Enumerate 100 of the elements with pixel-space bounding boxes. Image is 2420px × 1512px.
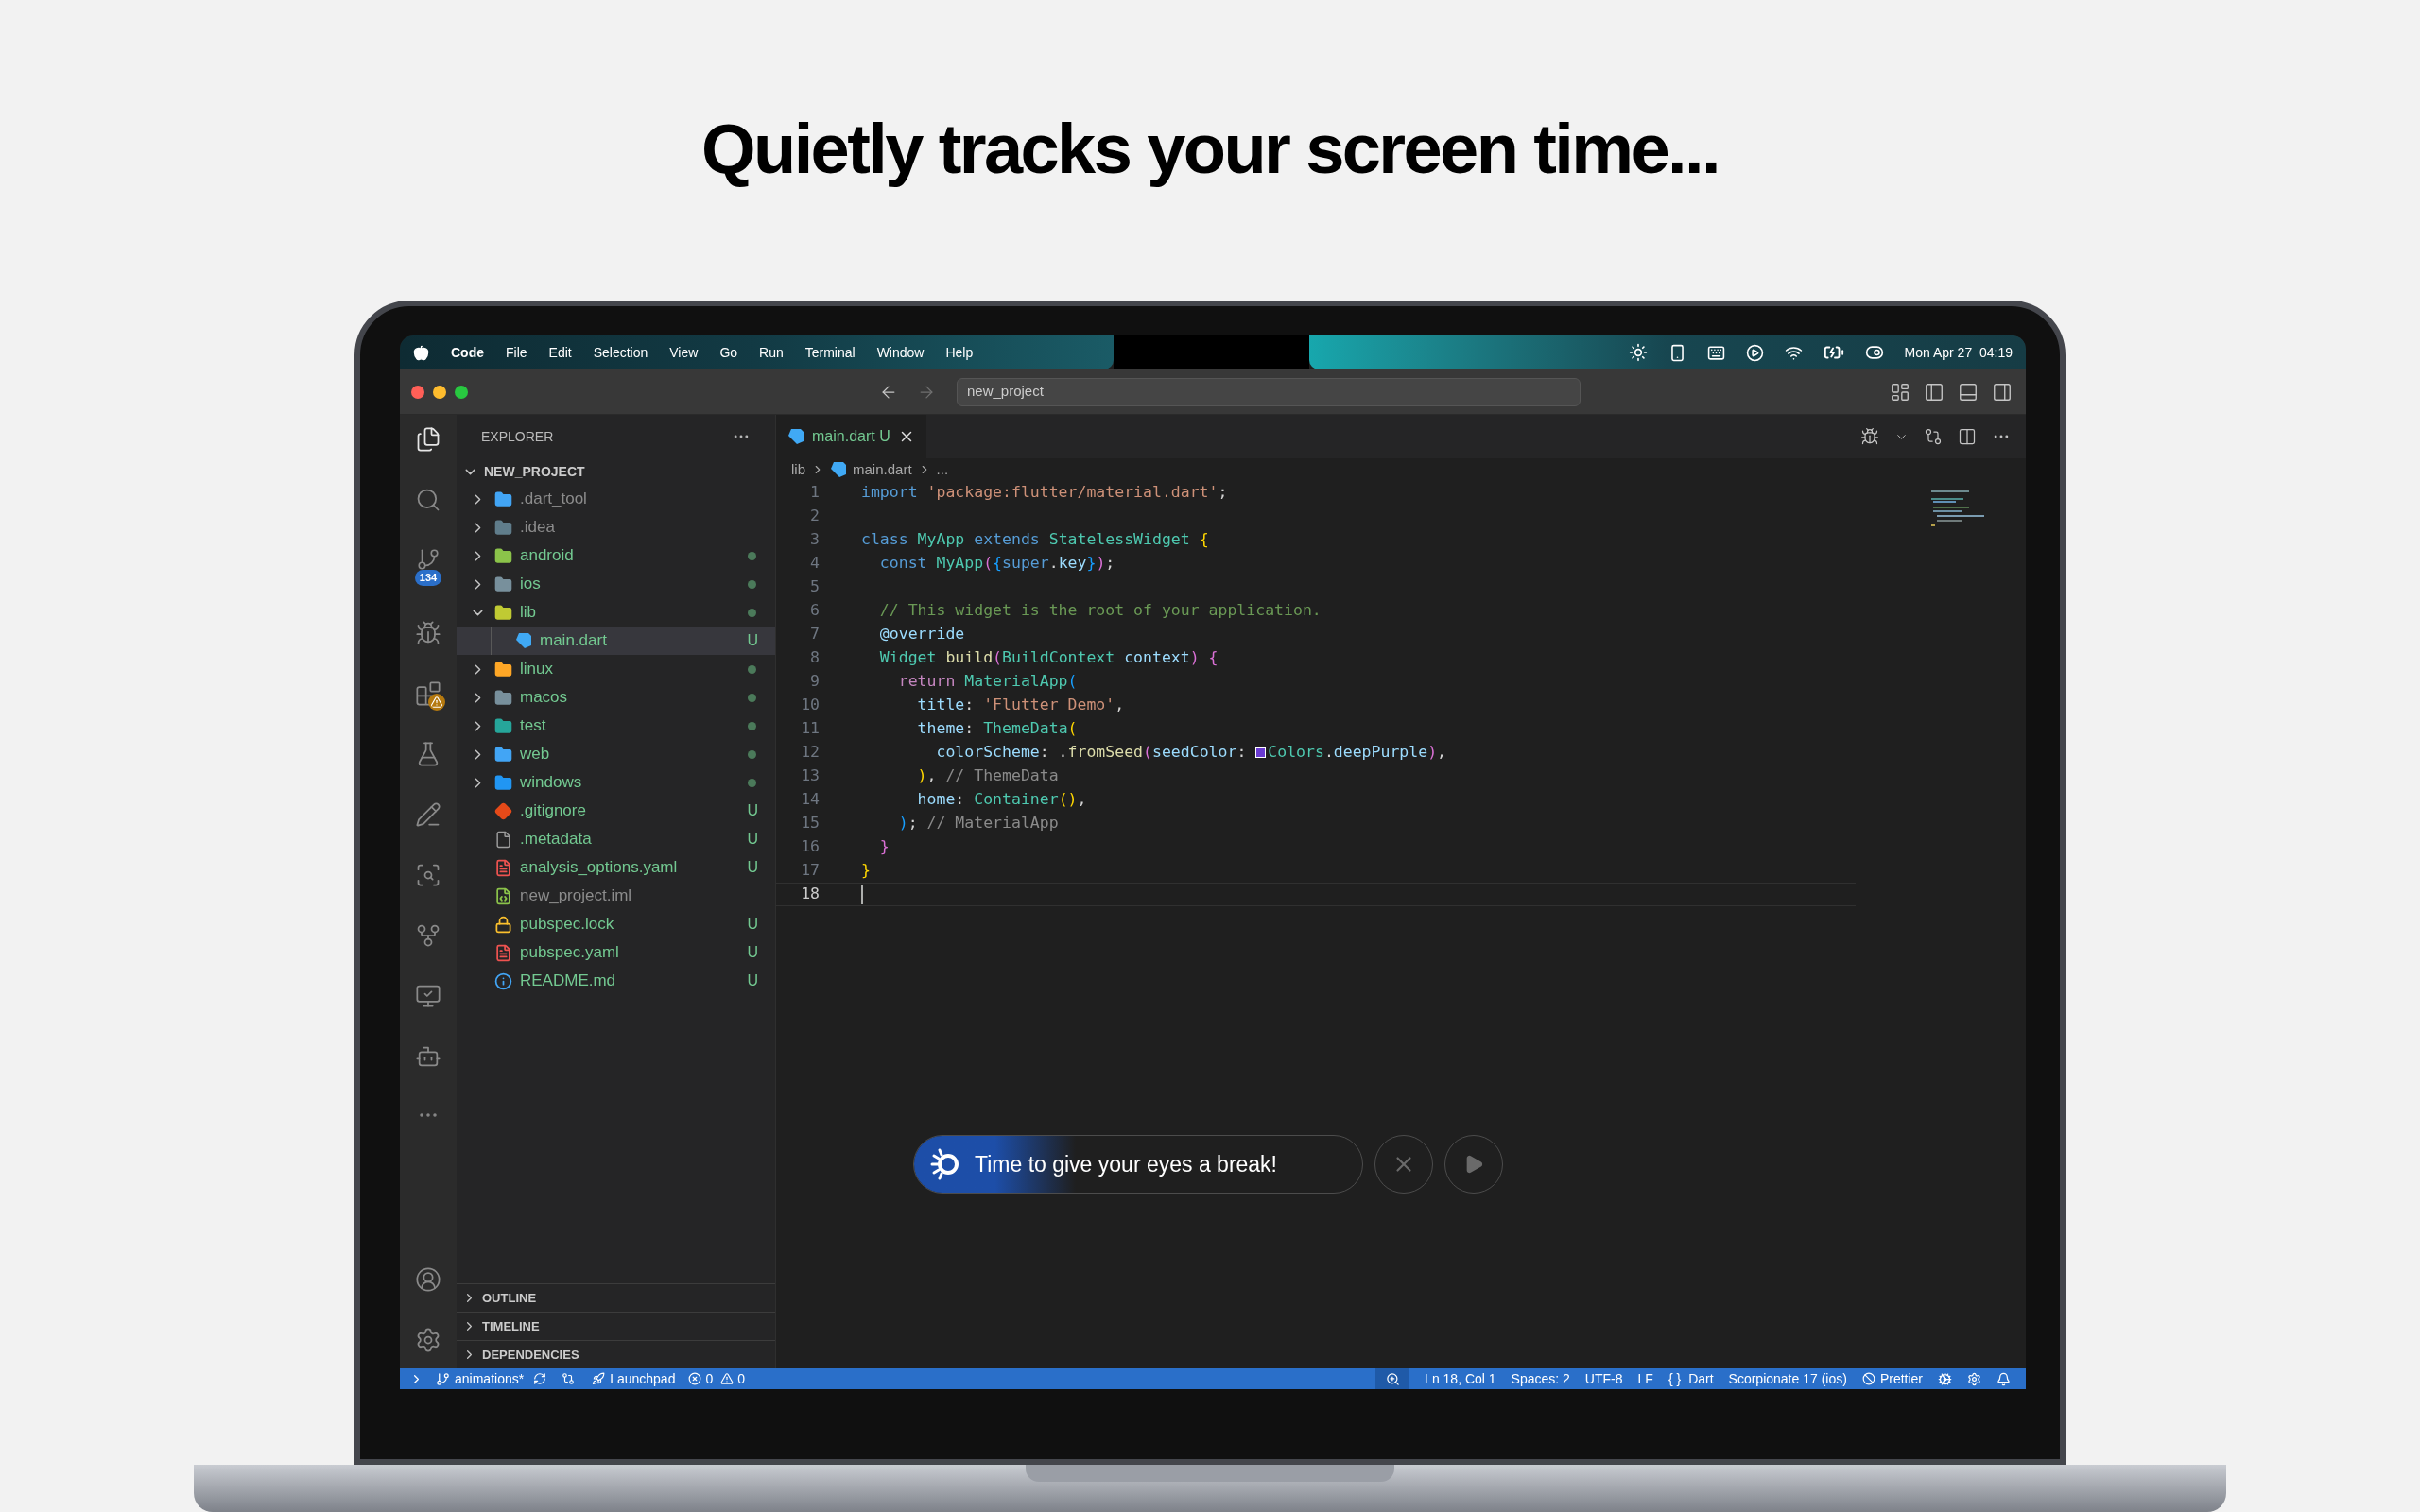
code-line: return MaterialApp(: [897, 671, 1078, 693]
braces-symbol: { }: [1668, 1369, 1682, 1388]
play-icon[interactable]: [1745, 343, 1764, 362]
zoom-item[interactable]: [1375, 1368, 1410, 1389]
settings-icon[interactable]: [415, 1327, 441, 1353]
breadcrumb-item[interactable]: main.dart: [853, 458, 912, 481]
error-count[interactable]: 0: [705, 1368, 714, 1389]
file-name: .idea: [520, 517, 556, 539]
section-header[interactable]: TIMELINE: [482, 1316, 540, 1336]
menu-item[interactable]: Selection: [593, 342, 648, 363]
launchpad-item[interactable]: Launchpad: [610, 1368, 676, 1389]
zoom-window-button[interactable]: [455, 385, 468, 399]
file-name: analysis_options.yaml: [520, 857, 679, 879]
file-tree-item[interactable]: test: [457, 712, 775, 740]
code-line: // This widget is the root of your application.: [878, 600, 1322, 622]
file-tree-item[interactable]: macos: [457, 683, 775, 712]
bell-icon[interactable]: [1996, 1371, 2011, 1386]
compare-icon[interactable]: [562, 1372, 576, 1385]
breadcrumb-item[interactable]: lib: [791, 458, 805, 481]
project-title[interactable]: NEW_PROJECT: [484, 461, 585, 482]
panel-left-icon[interactable]: [1924, 381, 1945, 403]
menu-item[interactable]: Edit: [548, 342, 572, 363]
apple-icon[interactable]: [413, 344, 429, 361]
menu-item[interactable]: Window: [876, 342, 925, 363]
lock-icon: [494, 915, 512, 934]
layout-icon[interactable]: [1890, 381, 1910, 403]
command-search-field[interactable]: new_project: [957, 377, 1581, 406]
compare-icon[interactable]: [1924, 427, 1943, 446]
menu-item[interactable]: Go: [719, 342, 738, 363]
formatter-item[interactable]: Prettier: [1879, 1368, 1923, 1389]
search-icon[interactable]: [415, 487, 441, 513]
sync-icon[interactable]: [533, 1372, 547, 1385]
line-ending[interactable]: LF: [1637, 1368, 1653, 1389]
menu-item[interactable]: Code: [451, 342, 484, 363]
gear-icon[interactable]: [1938, 1371, 1952, 1386]
branch-icon[interactable]: [436, 1371, 450, 1386]
warning-icon: [428, 694, 445, 711]
file-tree-item[interactable]: linux: [457, 655, 775, 683]
language-mode[interactable]: Dart: [1688, 1368, 1714, 1389]
branch-name[interactable]: animations*: [455, 1368, 525, 1389]
file-tree-item[interactable]: android: [457, 541, 775, 570]
file-tree-item[interactable]: ios: [457, 570, 775, 598]
files-icon[interactable]: [415, 426, 441, 453]
menu-item[interactable]: Run: [759, 342, 784, 363]
pencil-icon[interactable]: [415, 801, 441, 828]
editor-tab[interactable]: main.dart U: [776, 415, 926, 458]
file-name: pubspec.yaml: [520, 942, 620, 964]
extensions-icon[interactable]: [415, 680, 441, 707]
file-tree-item[interactable]: pubspec.yaml U: [457, 938, 775, 967]
warning-count[interactable]: 0: [737, 1368, 746, 1389]
split-editor-icon[interactable]: [1958, 427, 1977, 446]
break-reminder-pill[interactable]: Time to give your eyes a break!: [913, 1135, 1363, 1194]
rocket-icon[interactable]: [592, 1372, 606, 1385]
control-center-icon[interactable]: [1864, 343, 1884, 362]
run-debug-icon[interactable]: [1860, 427, 1879, 446]
line-number: 1: [809, 482, 820, 504]
warning-icon[interactable]: [720, 1372, 735, 1385]
account-icon[interactable]: [415, 1266, 441, 1293]
debug-icon[interactable]: [415, 620, 441, 646]
file-tree-item[interactable]: .metadata U: [457, 825, 775, 853]
section-header[interactable]: OUTLINE: [482, 1288, 537, 1308]
menu-item[interactable]: Help: [945, 342, 974, 363]
file-tree-item[interactable]: analysis_options.yaml U: [457, 853, 775, 882]
file-tree-item[interactable]: main.dart U: [457, 627, 775, 655]
code-line: Widget build(BuildContext context) {: [878, 647, 1219, 669]
menu-item[interactable]: Terminal: [804, 342, 856, 363]
error-icon[interactable]: [688, 1372, 702, 1385]
dart-file-icon: [515, 632, 532, 649]
code-line: const MyApp({super.key});: [878, 553, 1115, 575]
cursor-position[interactable]: Ln 18, Col 1: [1425, 1368, 1496, 1389]
menu-item[interactable]: File: [506, 342, 527, 363]
menu-item[interactable]: View: [669, 342, 699, 363]
panel-right-icon[interactable]: [1992, 381, 2013, 403]
zoom-icon: [1385, 1371, 1400, 1386]
device-selector[interactable]: Scorpionate 17 (ios): [1728, 1368, 1847, 1389]
breadcrumb-item[interactable]: ...: [936, 458, 949, 481]
panel-bottom-icon[interactable]: [1958, 381, 1979, 403]
file-tree-item[interactable]: web: [457, 740, 775, 768]
preview-icon[interactable]: [415, 983, 441, 1009]
file-tree-item[interactable]: .idea: [457, 513, 775, 541]
file-tree-item[interactable]: windows: [457, 768, 775, 797]
file-tree-item[interactable]: README.md U: [457, 967, 775, 995]
file-tree-item[interactable]: pubspec.lock U: [457, 910, 775, 938]
scan-icon[interactable]: [415, 862, 441, 888]
folder-icon: [494, 660, 512, 679]
file-tree-item[interactable]: .gitignore U: [457, 797, 775, 825]
section-header[interactable]: DEPENDENCIES: [482, 1345, 579, 1365]
code-line: }: [878, 836, 890, 858]
keyboard-icon[interactable]: [1706, 343, 1725, 362]
encoding[interactable]: UTF-8: [1584, 1368, 1623, 1389]
indentation[interactable]: Spaces: 2: [1511, 1368, 1570, 1389]
minimize-window-button[interactable]: [433, 385, 446, 399]
settings-icon[interactable]: [1967, 1371, 1981, 1386]
branch-icon[interactable]: [416, 547, 441, 572]
prohibited-icon[interactable]: [1861, 1372, 1876, 1385]
file-tree-item[interactable]: lib: [457, 598, 775, 627]
close-window-button[interactable]: [411, 385, 424, 399]
file-tree-item[interactable]: .dart_tool: [457, 485, 775, 513]
code-line: import 'package:flutter/material.dart';: [861, 482, 1228, 504]
file-tree-item[interactable]: new_project.iml: [457, 882, 775, 910]
